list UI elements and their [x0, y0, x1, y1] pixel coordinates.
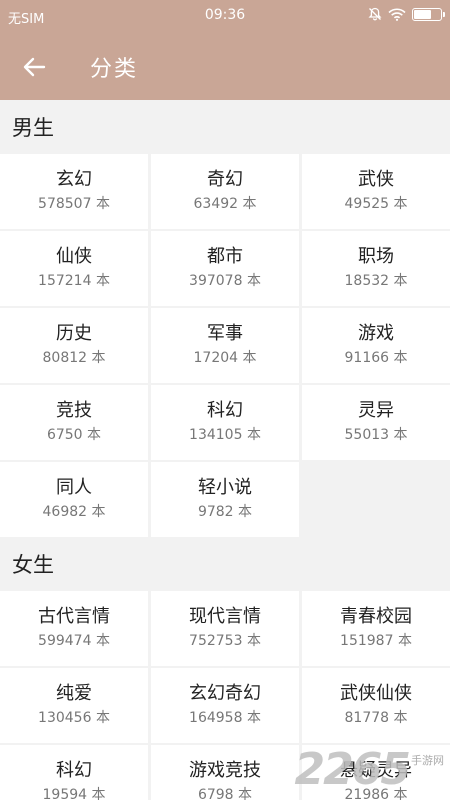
category-count: 17204 本: [193, 350, 257, 366]
category-count: 6750 本: [46, 427, 102, 443]
category-name: 玄幻: [56, 169, 92, 190]
category-item[interactable]: 古代言情 599474 本: [0, 591, 148, 666]
category-item[interactable]: 游戏竞技 6798 本: [151, 745, 299, 800]
category-name: 游戏: [358, 323, 394, 344]
category-count: 599474 本: [38, 633, 110, 649]
status-icons: [368, 7, 445, 21]
category-name: 游戏竞技: [189, 760, 261, 781]
category-item[interactable]: 青春校园 151987 本: [302, 591, 450, 666]
category-item[interactable]: 军事 17204 本: [151, 308, 299, 383]
category-count: 397078 本: [189, 273, 261, 289]
battery-icon: [412, 7, 445, 21]
category-list[interactable]: 男生 玄幻 578507 本 奇幻 63492 本 武侠 49525 本 仙侠 1572…: [0, 100, 450, 800]
category-item[interactable]: 游戏 91166 本: [302, 308, 450, 383]
category-count: 49525 本: [344, 196, 408, 212]
category-item[interactable]: 轻小说 9782 本: [151, 462, 299, 537]
category-name: 科幻: [56, 760, 92, 781]
category-name: 都市: [207, 246, 243, 267]
category-count: 55013 本: [344, 427, 408, 443]
category-item[interactable]: 奇幻 63492 本: [151, 154, 299, 229]
category-item[interactable]: 历史 80812 本: [0, 308, 148, 383]
category-name: 科幻: [207, 400, 243, 421]
category-name: 玄幻奇幻: [189, 683, 261, 704]
category-count: 130456 本: [38, 710, 110, 726]
category-name: 武侠: [358, 169, 394, 190]
category-count: 18532 本: [344, 273, 408, 289]
category-count: 80812 本: [42, 350, 106, 366]
category-name: 轻小说: [198, 477, 252, 498]
category-name: 现代言情: [189, 606, 261, 627]
category-name: 武侠仙侠: [340, 683, 412, 704]
category-name: 纯爱: [56, 683, 92, 704]
category-item[interactable]: 武侠 49525 本: [302, 154, 450, 229]
category-item[interactable]: 纯爱 130456 本: [0, 668, 148, 743]
category-name: 军事: [207, 323, 243, 344]
category-name: 职场: [358, 246, 394, 267]
category-name: 同人: [56, 477, 92, 498]
category-count: 134105 本: [189, 427, 261, 443]
section-title-female: 女生: [0, 537, 450, 591]
category-count: 752753 本: [189, 633, 261, 649]
bell-muted-icon: [368, 7, 382, 21]
watermark-logo: 2265 手游网: [294, 744, 444, 795]
category-name: 竞技: [56, 400, 92, 421]
category-count: 151987 本: [340, 633, 412, 649]
category-item[interactable]: 仙侠 157214 本: [0, 231, 148, 306]
category-name: 仙侠: [56, 246, 92, 267]
category-count: 91166 本: [344, 350, 408, 366]
category-count: 81778 本: [344, 710, 408, 726]
status-bar: 无SIM 09:36: [0, 0, 450, 32]
category-count: 157214 本: [38, 273, 110, 289]
category-count: 578507 本: [38, 196, 110, 212]
section-title-male: 男生: [0, 100, 450, 154]
category-grid-male: 玄幻 578507 本 奇幻 63492 本 武侠 49525 本 仙侠 157214 …: [0, 154, 450, 537]
category-item[interactable]: 职场 18532 本: [302, 231, 450, 306]
category-count: 46982 本: [42, 504, 106, 520]
category-item[interactable]: 玄幻奇幻 164958 本: [151, 668, 299, 743]
category-item[interactable]: 武侠仙侠 81778 本: [302, 668, 450, 743]
category-item[interactable]: 同人 46982 本: [0, 462, 148, 537]
watermark-text: 手游网: [411, 754, 444, 767]
watermark-number: 2265: [294, 744, 411, 795]
category-item[interactable]: 科幻 19594 本: [0, 745, 148, 800]
category-item[interactable]: 科幻 134105 本: [151, 385, 299, 460]
category-item[interactable]: 现代言情 752753 本: [151, 591, 299, 666]
category-item[interactable]: 玄幻 578507 本: [0, 154, 148, 229]
back-arrow-icon[interactable]: [20, 52, 50, 82]
category-item[interactable]: 竞技 6750 本: [0, 385, 148, 460]
category-count: 164958 本: [189, 710, 261, 726]
page-title: 分类: [90, 57, 139, 82]
category-name: 历史: [56, 323, 92, 344]
app-bar: 分类: [0, 32, 450, 100]
category-count: 63492 本: [193, 196, 257, 212]
empty-cell: [302, 462, 450, 537]
category-count: 9782 本: [197, 504, 253, 520]
category-name: 青春校园: [340, 606, 412, 627]
category-name: 古代言情: [38, 606, 110, 627]
category-count: 19594 本: [42, 787, 106, 800]
wifi-icon: [388, 8, 406, 21]
category-item[interactable]: 都市 397078 本: [151, 231, 299, 306]
category-count: 6798 本: [197, 787, 253, 800]
category-name: 灵异: [358, 400, 394, 421]
category-item[interactable]: 灵异 55013 本: [302, 385, 450, 460]
category-name: 奇幻: [207, 169, 243, 190]
